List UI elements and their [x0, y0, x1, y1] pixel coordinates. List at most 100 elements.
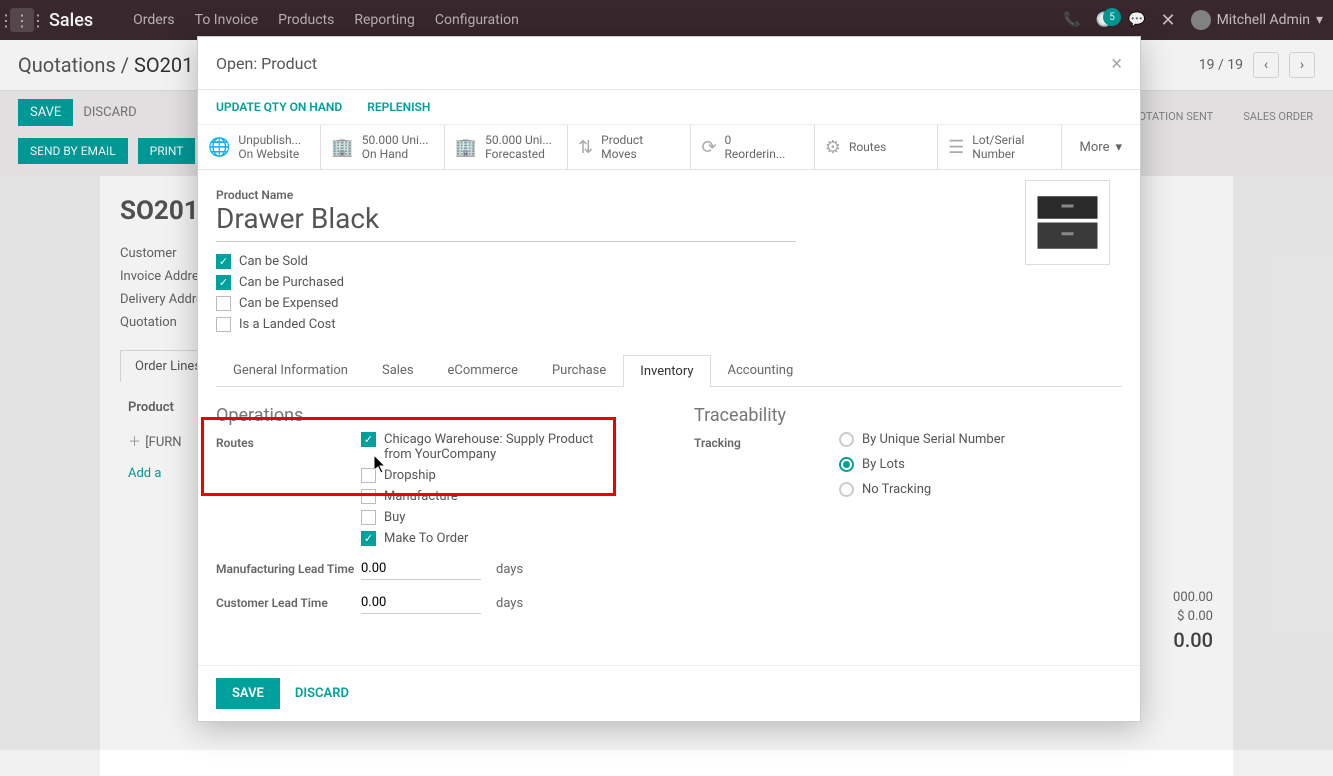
product-image[interactable]	[1025, 180, 1110, 265]
track-serial[interactable]: By Unique Serial Number	[839, 432, 1122, 447]
stat-moves[interactable]: ⇅ ProductMoves	[568, 125, 691, 169]
tab-inventory[interactable]: Inventory	[623, 355, 710, 387]
route-chicago[interactable]: ✓ Chicago Warehouse: Supply Product from …	[361, 432, 644, 462]
operations-title: Operations	[216, 405, 644, 426]
more-label: More	[1080, 140, 1110, 155]
route-mto[interactable]: ✓ Make To Order	[361, 531, 644, 546]
arrows-icon: ⇅	[578, 137, 593, 158]
route-label: Buy	[384, 510, 405, 525]
checkbox-icon[interactable]	[361, 510, 376, 525]
checkbox-icon[interactable]: ✓	[216, 254, 231, 269]
tab-accounting[interactable]: Accounting	[711, 354, 811, 386]
stat-l1: Product	[601, 133, 643, 147]
tab-general[interactable]: General Information	[216, 354, 365, 386]
cust-lead-row: Customer Lead Time days	[216, 592, 644, 614]
stat-buttons: 🌐Unpublish...On Website 🏢50.000 Uni...On…	[198, 125, 1140, 170]
drawer-icon	[1030, 185, 1105, 260]
checkbox-icon[interactable]: ✓	[361, 432, 376, 447]
track-label: By Lots	[862, 457, 905, 472]
route-dropship[interactable]: Dropship	[361, 468, 644, 483]
chevron-down-icon: ▾	[1115, 140, 1122, 155]
radio-icon[interactable]	[839, 457, 854, 472]
stat-routes[interactable]: ⚙ Routes	[815, 125, 938, 169]
refresh-icon: ⟳	[701, 137, 716, 158]
check-sold[interactable]: ✓ Can be Sold	[216, 254, 1122, 269]
product-name-input[interactable]: Drawer Black	[216, 202, 796, 242]
stat-l2: Number	[972, 147, 1024, 161]
stat-unpublished[interactable]: 🌐 Unpublish...On Website	[198, 125, 321, 169]
tab-sales[interactable]: Sales	[365, 354, 431, 386]
radio-icon[interactable]	[839, 432, 854, 447]
unit-label: days	[496, 596, 523, 611]
stat-l1: 0	[725, 133, 786, 147]
radio-icon[interactable]	[839, 482, 854, 497]
manuf-lead-input[interactable]	[361, 558, 481, 580]
track-label: By Unique Serial Number	[862, 432, 1005, 447]
checkbox-icon[interactable]	[216, 317, 231, 332]
checkbox-icon[interactable]: ✓	[361, 531, 376, 546]
track-label: No Tracking	[862, 482, 931, 497]
stat-onhand[interactable]: 🏢 50.000 Uni...On Hand	[321, 125, 444, 169]
route-label: Manufacture	[384, 489, 458, 504]
checkbox-icon[interactable]	[361, 468, 376, 483]
stat-l2: Forecasted	[485, 147, 552, 161]
stat-l2: On Website	[238, 147, 301, 161]
check-expensed[interactable]: Can be Expensed	[216, 296, 1122, 311]
traceability-col: Traceability Tracking By Unique Serial N…	[694, 405, 1122, 614]
route-label: Dropship	[384, 468, 436, 483]
modal-body: Product Name Drawer Black ✓ Can be Sold ✓…	[198, 170, 1140, 665]
gears-icon: ⚙	[825, 137, 841, 158]
checkbox-icon[interactable]	[361, 489, 376, 504]
checkbox-icon[interactable]	[216, 296, 231, 311]
update-qty-link[interactable]: UPDATE QTY ON HAND	[216, 100, 342, 114]
route-label: Chicago Warehouse: Supply Product from Y…	[384, 432, 594, 462]
stat-l1: 50.000 Uni...	[362, 133, 429, 147]
track-none[interactable]: No Tracking	[839, 482, 1122, 497]
operations-col: Operations Routes ✓Chicago Warehouse: Su…	[216, 405, 644, 614]
stat-l1: 50.000 Uni...	[485, 133, 552, 147]
building-icon: 🏢	[331, 137, 353, 158]
unit-label: days	[496, 562, 523, 577]
stat-l2: Moves	[601, 147, 643, 161]
modal-close-icon[interactable]: ×	[1111, 51, 1122, 75]
check-landed[interactable]: Is a Landed Cost	[216, 317, 1122, 332]
stat-l2: On Hand	[362, 147, 429, 161]
tab-purchase[interactable]: Purchase	[535, 354, 623, 386]
manuf-lead-row: Manufacturing Lead Time days	[216, 558, 644, 580]
product-tabs: General Information Sales eCommerce Purc…	[216, 354, 1122, 387]
stat-reorder[interactable]: ⟳ 0Reorderin...	[691, 125, 814, 169]
manuf-lead-label: Manufacturing Lead Time	[216, 562, 361, 576]
check-label: Can be Purchased	[239, 275, 344, 290]
track-lots[interactable]: By Lots	[839, 457, 1122, 472]
stat-more[interactable]: More ▾	[1062, 125, 1140, 169]
stat-lotserial[interactable]: ☰ Lot/SerialNumber	[938, 125, 1061, 169]
route-buy[interactable]: Buy	[361, 510, 644, 525]
replenish-link[interactable]: REPLENISH	[367, 100, 430, 114]
stat-forecasted[interactable]: 🏢 50.000 Uni...Forecasted	[445, 125, 568, 169]
check-purchased[interactable]: ✓ Can be Purchased	[216, 275, 1122, 290]
route-label: Make To Order	[384, 531, 468, 546]
modal-header: Open: Product ×	[198, 37, 1140, 90]
product-modal: Open: Product × UPDATE QTY ON HAND REPLE…	[197, 36, 1141, 722]
checkbox-icon[interactable]: ✓	[216, 275, 231, 290]
cust-lead-input[interactable]	[361, 592, 481, 614]
stat-l2: Reorderin...	[725, 147, 786, 161]
modal-discard-button[interactable]: DISCARD	[295, 686, 349, 701]
check-label: Can be Sold	[239, 254, 308, 269]
building-icon: 🏢	[455, 137, 477, 158]
check-label: Is a Landed Cost	[239, 317, 336, 332]
check-label: Can be Expensed	[239, 296, 339, 311]
list-icon: ☰	[948, 137, 964, 158]
route-manufacture[interactable]: Manufacture	[361, 489, 644, 504]
stat-l1: Routes	[849, 140, 886, 154]
globe-icon: 🌐	[208, 137, 230, 158]
cust-lead-label: Customer Lead Time	[216, 596, 361, 610]
modal-top-actions: UPDATE QTY ON HAND REPLENISH	[198, 90, 1140, 125]
product-name-label: Product Name	[216, 188, 1122, 202]
stat-l1: Lot/Serial	[972, 133, 1024, 147]
modal-save-button[interactable]: SAVE	[216, 678, 280, 709]
stat-l1: Unpublish...	[238, 133, 301, 147]
traceability-title: Traceability	[694, 405, 1122, 426]
tab-ecommerce[interactable]: eCommerce	[431, 354, 535, 386]
modal-title: Open: Product	[216, 54, 317, 73]
